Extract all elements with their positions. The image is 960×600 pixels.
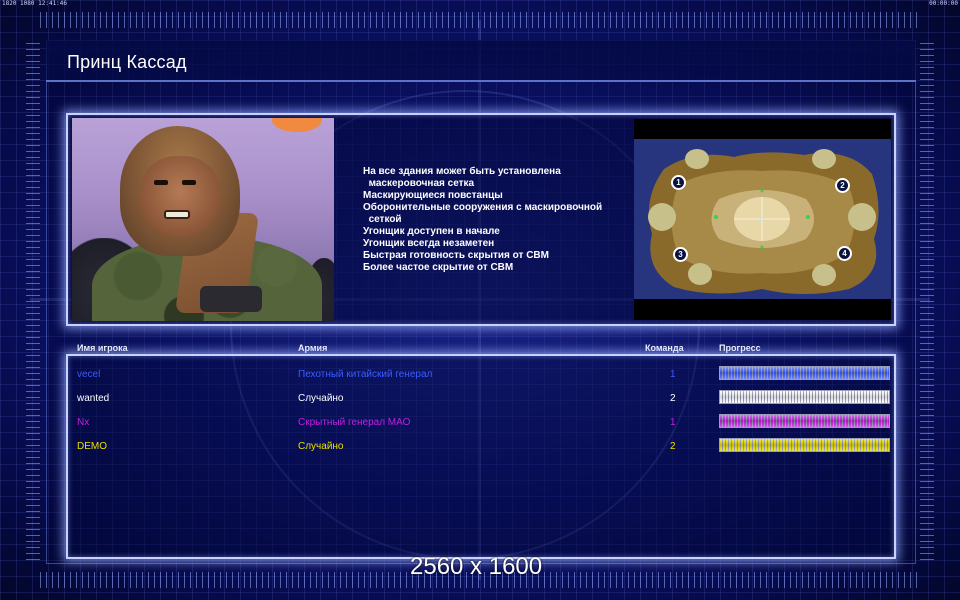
- player-name: wanted: [77, 393, 110, 404]
- player-name: vecel: [77, 369, 101, 380]
- start-position-label: 2: [840, 181, 845, 190]
- portrait-sun: [272, 118, 322, 132]
- portrait-face: [140, 156, 220, 236]
- start-position-label: 1: [676, 178, 681, 187]
- progress-bar-fill: [720, 367, 889, 379]
- feature-item: Более частое скрытие от СВМ: [363, 262, 514, 273]
- ruler-top: [40, 12, 920, 28]
- statusbar-left: 1820 1080 12:41:46: [2, 0, 68, 7]
- start-position-marker[interactable]: 3: [673, 247, 688, 262]
- start-position-marker[interactable]: 2: [835, 178, 850, 193]
- progress-bar: [719, 390, 890, 404]
- minimap-terrain: [648, 149, 879, 294]
- start-position-label: 3: [678, 250, 683, 259]
- ruler-left: [26, 40, 40, 560]
- player-army: Скрытный генерал МАО: [298, 417, 411, 428]
- feature-item: Угонщик доступен в начале: [363, 226, 500, 237]
- general-features-list: На все здания может быть установлена мас…: [363, 166, 625, 274]
- players-table: [66, 354, 896, 559]
- start-position-marker[interactable]: 4: [837, 246, 852, 261]
- progress-bar-fill: [720, 391, 889, 403]
- feature-item: Угонщик всегда незаметен: [363, 238, 495, 249]
- general-portrait: [72, 118, 334, 321]
- progress-bar: [719, 366, 890, 380]
- table-row[interactable]: vecel Пехотный китайский генерал 1: [70, 363, 892, 383]
- portrait-eye-right: [182, 180, 196, 185]
- player-team: 1: [670, 417, 676, 428]
- feature-item: На все здания может быть установлена мас…: [363, 166, 561, 189]
- header-team: Команда: [645, 343, 684, 353]
- table-row[interactable]: DEMO Случайно 2: [70, 435, 892, 455]
- start-position-marker[interactable]: 1: [671, 175, 686, 190]
- player-team: 1: [670, 369, 676, 380]
- header-army: Армия: [298, 343, 328, 353]
- header-player-name: Имя игрока: [77, 343, 128, 353]
- player-army: Пехотный китайский генерал: [298, 369, 433, 380]
- resolution-watermark: 2560 x 1600: [410, 553, 543, 580]
- table-row[interactable]: wanted Случайно 2: [70, 387, 892, 407]
- player-team: 2: [670, 393, 676, 404]
- statusbar-right: 00:00:00: [929, 0, 958, 7]
- minimap-field: [634, 139, 891, 299]
- portrait-gun: [200, 286, 262, 312]
- player-team: 2: [670, 441, 676, 452]
- player-name: Nx: [77, 417, 90, 428]
- player-army: Случайно: [298, 441, 344, 452]
- portrait-eye-left: [154, 180, 168, 185]
- feature-item: Оборонительные сооружения с маскировочно…: [363, 202, 603, 225]
- progress-bar: [719, 438, 890, 452]
- page-title: Принц Кассад: [67, 52, 187, 72]
- progress-bar: [719, 414, 890, 428]
- player-name: DEMO: [77, 441, 107, 452]
- start-position-label: 4: [842, 249, 847, 258]
- minimap[interactable]: 1 2 3 4: [634, 119, 891, 320]
- player-army: Случайно: [298, 393, 344, 404]
- feature-item: Быстрая готовность скрытия от СВМ: [363, 250, 549, 261]
- feature-item: Маскирующиеся повстанцы: [363, 190, 503, 201]
- progress-bar-fill: [720, 439, 889, 451]
- ruler-right: [920, 40, 934, 560]
- progress-bar-fill: [720, 415, 889, 427]
- table-row[interactable]: Nx Скрытный генерал МАО 1: [70, 411, 892, 431]
- portrait-teeth: [164, 210, 190, 219]
- header-progress: Прогресс: [719, 343, 761, 353]
